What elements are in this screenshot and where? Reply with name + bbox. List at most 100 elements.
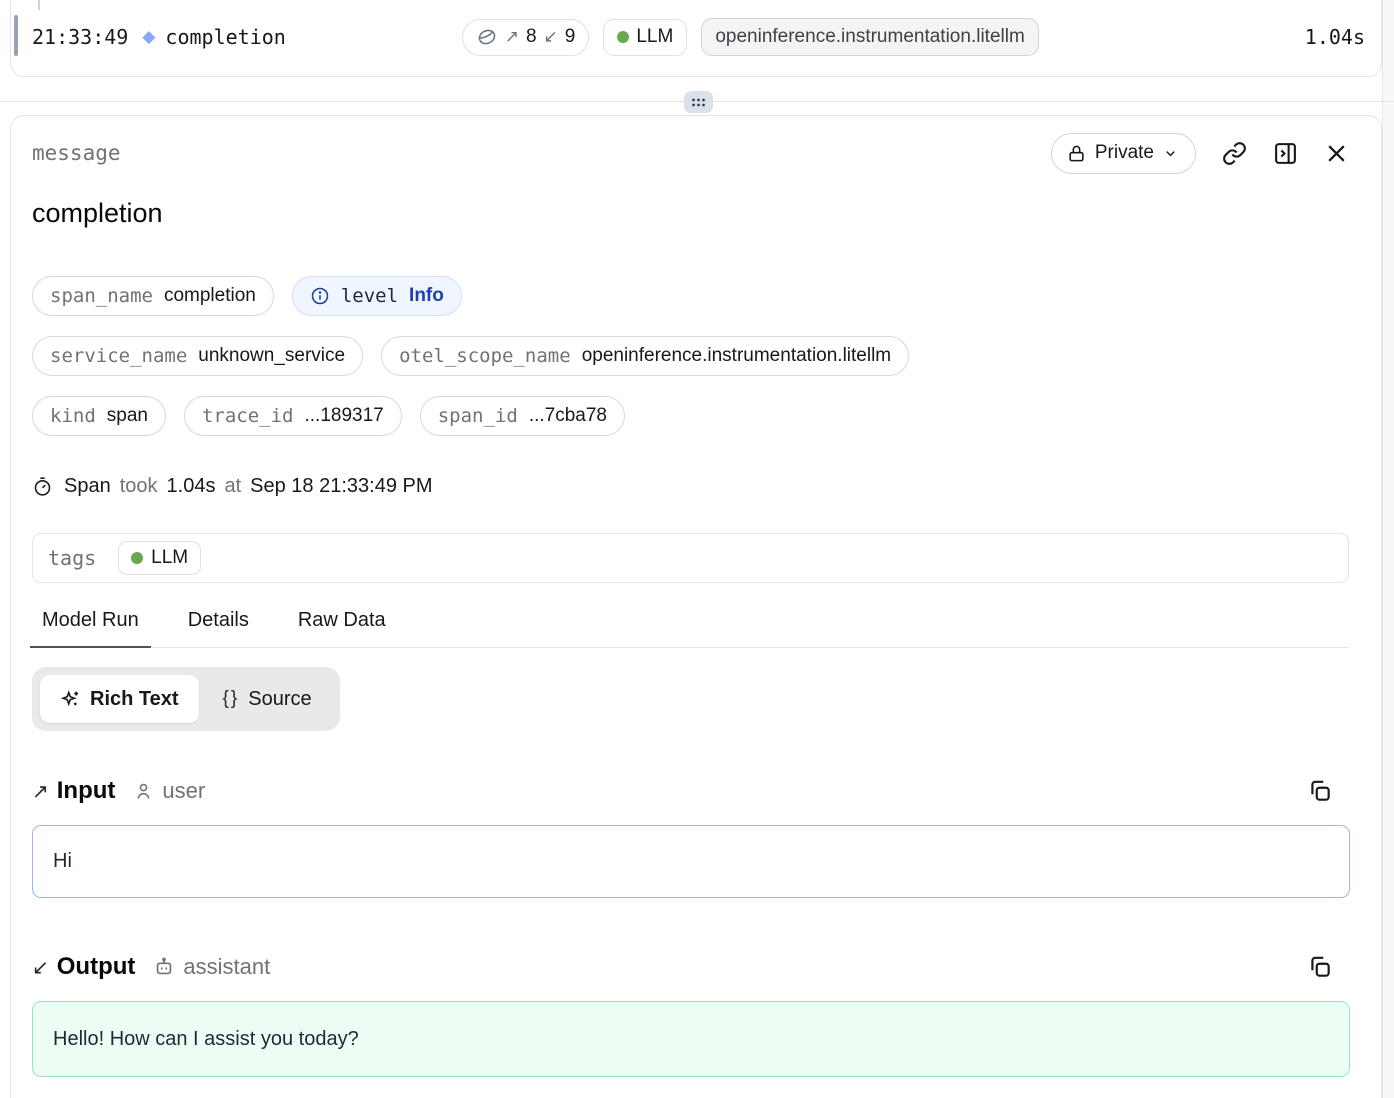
input-role: user	[133, 778, 205, 804]
trace-row-time: 21:33:49	[32, 25, 128, 49]
tab-model-run[interactable]: Model Run	[30, 609, 151, 648]
output-content-box[interactable]: Hello! How can I assist you today?	[32, 1001, 1350, 1077]
scope-badge-label: openinference.instrumentation.litellm	[715, 26, 1024, 48]
input-content-box[interactable]: Hi	[32, 825, 1350, 898]
tab-details[interactable]: Details	[176, 609, 261, 648]
timing-word: at	[224, 475, 241, 498]
trace-id-badge[interactable]: trace_id ...189317	[184, 396, 402, 436]
bot-icon	[153, 956, 175, 978]
trace-row[interactable]: 21:33:49 ◆ completion ↗ 8 ↙ 9	[32, 17, 1365, 57]
tags-box[interactable]: tags LLM	[32, 533, 1349, 583]
badge-row: kind span trace_id ...189317 span_id ...…	[32, 396, 1349, 436]
output-role-label: assistant	[183, 954, 270, 980]
badge-value: ...189317	[304, 405, 383, 427]
copy-link-button[interactable]	[1222, 141, 1247, 166]
badge-value: ...7cba78	[529, 405, 607, 427]
badge-row: span_name completion level Info	[32, 276, 1349, 316]
arrow-up-right-icon: ↗	[32, 779, 49, 804]
trace-row-card: 21:33:49 ◆ completion ↗ 8 ↙ 9	[10, 0, 1382, 77]
sparkles-icon	[60, 689, 81, 710]
span-title: completion	[32, 198, 1349, 229]
badge-key: otel_scope_name	[399, 345, 571, 367]
visibility-label: Private	[1095, 142, 1154, 164]
green-dot-icon	[131, 552, 143, 564]
user-icon	[133, 781, 154, 802]
tags-label: tags	[48, 546, 96, 570]
output-content: Hello! How can I assist you today?	[53, 1028, 359, 1050]
visibility-dropdown[interactable]: Private	[1051, 133, 1196, 174]
badge-key: level	[341, 285, 398, 307]
panel-right-open-icon	[1273, 141, 1298, 166]
panel-header: message Private	[32, 133, 1349, 173]
arrow-down-left-icon: ↙	[544, 27, 558, 47]
badge-key: kind	[50, 405, 96, 427]
badge-value: openinference.instrumentation.litellm	[582, 345, 891, 367]
badge-key: span_id	[438, 405, 518, 427]
timer-icon	[32, 476, 55, 497]
level-info-badge: level Info	[292, 276, 462, 316]
badge-row: service_name unknown_service otel_scope_…	[32, 336, 1349, 376]
input-section-header: ↗ Input user	[32, 777, 1349, 805]
copy-icon	[1307, 954, 1333, 980]
arrow-up-right-icon: ↗	[505, 27, 519, 47]
scope-badge: openinference.instrumentation.litellm	[701, 18, 1038, 56]
latency-bar	[1053, 29, 1253, 45]
attribute-badges: span_name completion level Info	[32, 276, 1349, 436]
page: 21:33:49 ◆ completion ↗ 8 ↙ 9	[0, 0, 1394, 1098]
arrow-down-left-icon: ↙	[32, 955, 49, 980]
otel-scope-name-badge: otel_scope_name openinference.instrument…	[381, 336, 909, 376]
splitter-drag-handle[interactable]	[684, 91, 713, 113]
kind-badge: kind span	[32, 396, 166, 436]
badge-value: span	[107, 405, 148, 427]
timing-word: Span	[64, 475, 111, 498]
timing-word: took	[120, 475, 158, 498]
badge-key: trace_id	[202, 405, 294, 427]
output-section-header: ↙ Output assistant	[32, 953, 1349, 981]
close-icon	[1324, 141, 1349, 166]
info-icon	[310, 286, 330, 306]
open-in-side-panel-button[interactable]	[1273, 141, 1298, 166]
llm-tag-badge: LLM	[603, 19, 687, 56]
span-name-badge: span_name completion	[32, 276, 274, 316]
tag-chip-label: LLM	[151, 547, 188, 569]
badge-value: unknown_service	[198, 345, 345, 367]
chevron-down-icon	[1163, 146, 1178, 161]
span-timing-line: Span took 1.04s at Sep 18 21:33:49 PM	[32, 475, 1349, 498]
span-id-badge[interactable]: span_id ...7cba78	[420, 396, 625, 436]
copy-input-button[interactable]	[1307, 778, 1333, 804]
lock-icon	[1067, 144, 1086, 163]
output-token-count: 9	[565, 26, 576, 48]
input-token-count: 8	[526, 26, 537, 48]
selected-row-indicator	[14, 15, 18, 56]
grip-dots-icon	[691, 97, 706, 108]
service-name-badge: service_name unknown_service	[32, 336, 363, 376]
view-mode-toggle: Rich Text {} Source	[32, 667, 340, 731]
tag-chip-llm[interactable]: LLM	[118, 541, 201, 575]
badge-key: span_name	[50, 285, 153, 307]
tab-raw-data[interactable]: Raw Data	[286, 609, 398, 648]
span-detail-panel: message Private	[10, 115, 1382, 1098]
output-label: Output	[57, 953, 136, 981]
rich-text-label: Rich Text	[90, 688, 179, 711]
observation-type-label: message	[32, 141, 121, 165]
output-role: assistant	[153, 954, 270, 980]
copy-icon	[1307, 778, 1333, 804]
source-toggle-button[interactable]: {} Source	[203, 675, 332, 723]
badge-value: Info	[409, 285, 444, 307]
trace-row-duration: 1.04s	[1305, 25, 1365, 49]
coin-icon	[476, 26, 498, 48]
rich-text-toggle-button[interactable]: Rich Text	[40, 675, 199, 723]
copy-output-button[interactable]	[1307, 954, 1333, 980]
link-icon	[1222, 141, 1247, 166]
close-panel-button[interactable]	[1324, 141, 1349, 166]
badge-value: completion	[164, 285, 256, 307]
green-dot-icon	[617, 31, 629, 43]
llm-tag-label: LLM	[636, 26, 673, 48]
span-diamond-icon: ◆	[142, 27, 155, 47]
badge-key: service_name	[50, 345, 187, 367]
braces-icon: {}	[223, 688, 240, 710]
detail-tabs: Model Run Details Raw Data	[30, 609, 1349, 648]
input-label: Input	[57, 777, 116, 805]
right-gutter	[1382, 0, 1394, 1098]
span-timestamp: Sep 18 21:33:49 PM	[250, 475, 432, 498]
